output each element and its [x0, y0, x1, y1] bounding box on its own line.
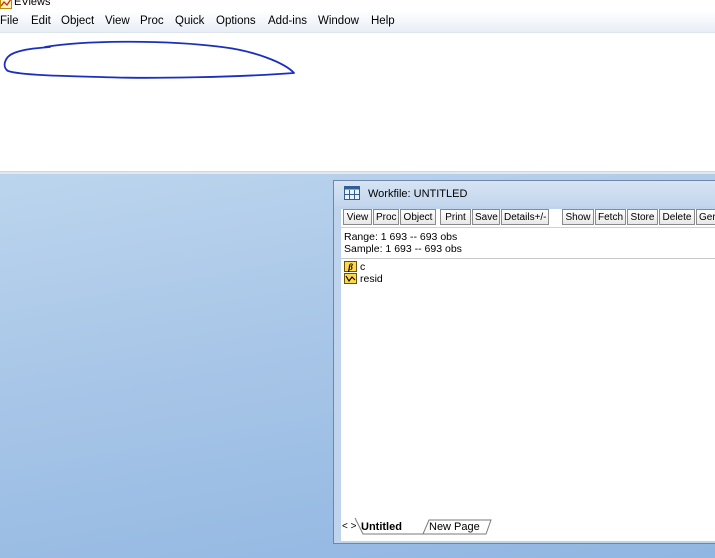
app-title: EViews [14, 0, 51, 8]
menu-object[interactable]: Object [61, 15, 94, 27]
object-button[interactable]: Object [400, 209, 436, 225]
show-button[interactable]: Show [562, 209, 594, 225]
menu-options[interactable]: Options [216, 15, 256, 27]
menu-edit[interactable]: Edit [31, 15, 51, 27]
menu-help[interactable]: Help [371, 15, 395, 27]
menu-proc[interactable]: Proc [140, 15, 164, 27]
range-info[interactable]: Range: 1 693 -- 693 obs [344, 231, 457, 243]
eviews-app-icon [0, 0, 12, 9]
app-titlebar: EViews [0, 0, 715, 12]
menu-view[interactable]: View [105, 15, 130, 27]
page-tabs: < > Untitled New Page [341, 518, 715, 538]
info-separator [341, 258, 715, 259]
menu-add-ins[interactable]: Add-ins [268, 15, 307, 27]
series-icon [344, 273, 357, 284]
print-button[interactable]: Print [440, 209, 471, 225]
workfile-titlebar[interactable]: Workfile: UNTITLED [334, 181, 715, 206]
menu-bar: File Edit Object View Proc Quick Options… [0, 12, 715, 33]
svg-text:β: β [347, 262, 353, 272]
details-toggle-button[interactable]: Details+/- [501, 209, 549, 225]
genr-button[interactable]: Ger [696, 209, 715, 225]
workfile-toolbar: View Proc Object Print Save Details+/- S… [341, 209, 715, 227]
store-button[interactable]: Store [627, 209, 658, 225]
scribble-annotation [3, 40, 295, 79]
sample-info[interactable]: Sample: 1 693 -- 693 obs [344, 243, 462, 255]
delete-button[interactable]: Delete [659, 209, 695, 225]
coefficient-beta-icon: β [344, 261, 357, 272]
object-item-resid[interactable]: resid [344, 273, 383, 285]
view-button[interactable]: View [343, 209, 372, 225]
tab-nav-arrows[interactable]: < > [342, 521, 356, 532]
menu-file[interactable]: File [0, 15, 19, 27]
object-item-c[interactable]: β c [344, 261, 365, 273]
workfile-icon [344, 186, 360, 200]
workfile-content: Range: 1 693 -- 693 obs Sample: 1 693 --… [341, 228, 715, 541]
workfile-window: Workfile: UNTITLED View Proc Object Prin… [333, 180, 715, 544]
object-name-resid: resid [360, 273, 383, 285]
proc-button[interactable]: Proc [373, 209, 399, 225]
workfile-title: Workfile: UNTITLED [368, 188, 468, 200]
object-name-c: c [360, 261, 366, 273]
tab-new-page[interactable]: New Page [429, 521, 480, 533]
tab-untitled[interactable]: Untitled [361, 521, 402, 533]
fetch-button[interactable]: Fetch [595, 209, 626, 225]
save-button[interactable]: Save [472, 209, 500, 225]
menu-window[interactable]: Window [318, 15, 359, 27]
menu-quick[interactable]: Quick [175, 15, 204, 27]
